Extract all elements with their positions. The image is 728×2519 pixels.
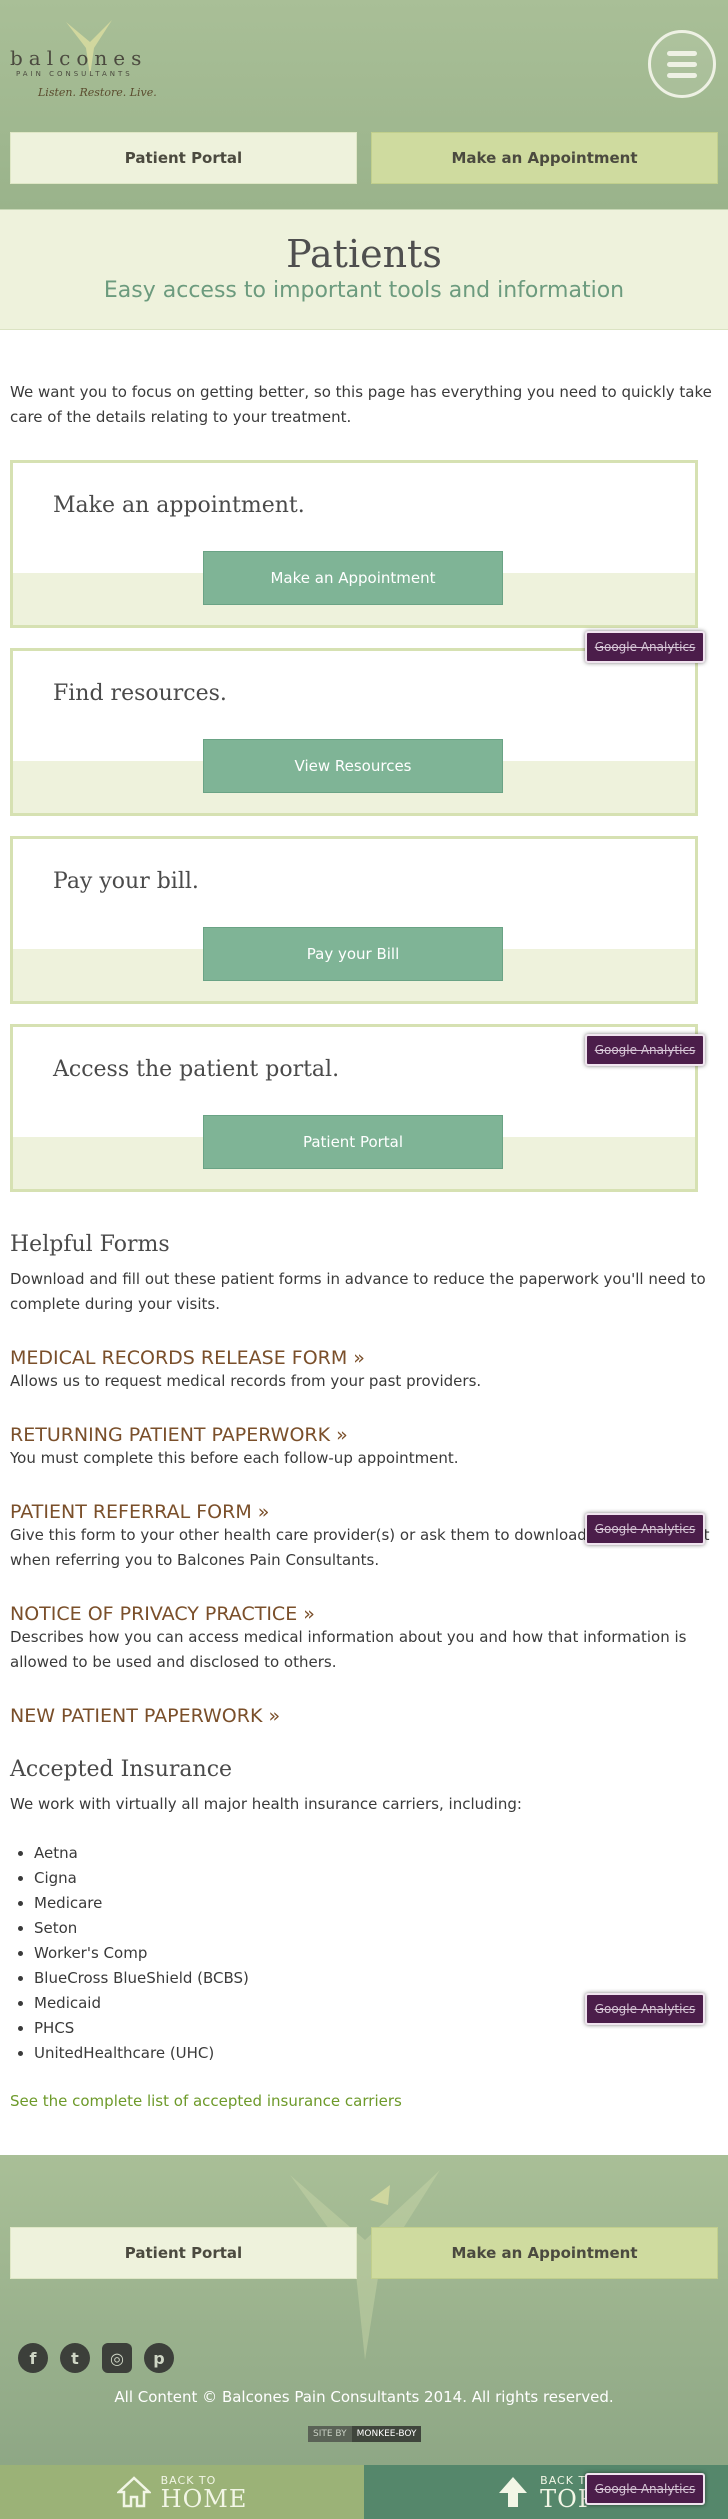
arrow-up-icon <box>499 2477 528 2507</box>
page-subtitle: Easy access to important tools and infor… <box>103 278 625 303</box>
footer-buttons: Patient Portal Make an Appointment <box>10 2227 718 2279</box>
list-item: Cigna <box>34 1866 718 1891</box>
insurance-heading: Accepted Insurance <box>10 1757 233 1782</box>
form-description: Allows us to request medical records fro… <box>10 1372 482 1390</box>
page-title: Patients <box>286 232 442 276</box>
site-by-name: MONKEE-BOY <box>351 2426 422 2442</box>
google-analytics-badge[interactable]: Google Analytics <box>585 1993 705 2025</box>
site-by-badge[interactable]: SITE BY MONKEE-BOY <box>308 2426 422 2442</box>
page-title-band: Patients Easy access to important tools … <box>0 210 728 330</box>
pay-bill-card: Pay your bill. Pay your Bill <box>10 836 698 1004</box>
google-analytics-badge[interactable]: Google Analytics <box>585 2473 705 2505</box>
card-heading: Make an appointment. <box>53 493 305 518</box>
list-item: UnitedHealthcare (UHC) <box>34 2041 718 2066</box>
logo-tagline: Listen. Restore. Live. <box>38 86 157 99</box>
google-analytics-badge[interactable]: Google Analytics <box>585 631 705 663</box>
resources-card: Find resources. View Resources <box>10 648 698 816</box>
social-links: f t ◎ p <box>18 2343 174 2373</box>
make-appointment-button[interactable]: Make an Appointment <box>371 132 718 184</box>
twitter-icon[interactable]: t <box>60 2343 90 2373</box>
instagram-icon[interactable]: ◎ <box>102 2343 132 2373</box>
header-buttons: Patient Portal Make an Appointment <box>10 132 718 184</box>
new-patient-form-link[interactable]: NEW PATIENT PAPERWORK » <box>10 1705 718 1727</box>
list-item: Worker's Comp <box>34 1941 718 1966</box>
site-footer: Patient Portal Make an Appointment f t ◎… <box>0 2155 728 2465</box>
card-heading: Pay your bill. <box>53 869 199 894</box>
intro-text: We want you to focus on getting better, … <box>10 383 712 426</box>
list-item: Aetna <box>34 1841 718 1866</box>
make-appointment-card-button[interactable]: Make an Appointment <box>203 551 503 605</box>
copyright-text: All Content © Balcones Pain Consultants … <box>114 2388 614 2406</box>
medical-records-form-link[interactable]: MEDICAL RECORDS RELEASE FORM » <box>10 1347 718 1369</box>
hamburger-icon[interactable] <box>648 30 716 98</box>
google-analytics-badge[interactable]: Google Analytics <box>585 1513 705 1545</box>
insurance-list: Aetna Cigna Medicare Seton Worker's Comp… <box>34 1841 718 2066</box>
logo-subtitle: PAIN CONSULTANTS <box>16 70 133 78</box>
insurance-intro: We work with virtually all major health … <box>10 1795 522 1813</box>
list-item: Seton <box>34 1916 718 1941</box>
privacy-practice-form-link[interactable]: NOTICE OF PRIVACY PRACTICE » <box>10 1603 718 1625</box>
footer-patient-portal-button[interactable]: Patient Portal <box>10 2227 357 2279</box>
list-item: BlueCross BlueShield (BCBS) <box>34 1966 718 1991</box>
site-by-label: SITE BY <box>308 2426 352 2442</box>
card-heading: Access the patient portal. <box>53 1057 340 1082</box>
footer-make-appointment-button[interactable]: Make an Appointment <box>371 2227 718 2279</box>
home-label: HOME <box>160 2484 248 2513</box>
home-icon <box>116 2476 151 2508</box>
facebook-icon[interactable]: f <box>18 2343 48 2373</box>
pay-bill-button[interactable]: Pay your Bill <box>203 927 503 981</box>
form-description: You must complete this before each follo… <box>10 1449 459 1467</box>
view-resources-button[interactable]: View Resources <box>203 739 503 793</box>
patient-portal-button[interactable]: Patient Portal <box>10 132 357 184</box>
site-header: balcones PAIN CONSULTANTS Listen. Restor… <box>0 0 728 210</box>
back-to-home-button[interactable]: BACK TO HOME <box>0 2465 364 2519</box>
helpful-forms-intro: Download and fill out these patient form… <box>10 1270 706 1313</box>
returning-patient-form-link[interactable]: RETURNING PATIENT PAPERWORK » <box>10 1424 718 1446</box>
balcones-logo[interactable]: balcones PAIN CONSULTANTS Listen. Restor… <box>10 18 180 108</box>
logo-wordmark: balcones <box>10 46 148 70</box>
helpful-forms-heading: Helpful Forms <box>10 1232 170 1257</box>
pinterest-icon[interactable]: p <box>144 2343 174 2373</box>
form-description: Describes how you can access medical inf… <box>10 1628 687 1671</box>
card-heading: Find resources. <box>53 681 227 706</box>
insurance-carriers-link[interactable]: See the complete list of accepted insura… <box>10 2092 718 2110</box>
patient-portal-card-button[interactable]: Patient Portal <box>203 1115 503 1169</box>
google-analytics-badge[interactable]: Google Analytics <box>585 1034 705 1066</box>
appointment-card: Make an appointment. Make an Appointment <box>10 460 698 628</box>
list-item: Medicare <box>34 1891 718 1916</box>
